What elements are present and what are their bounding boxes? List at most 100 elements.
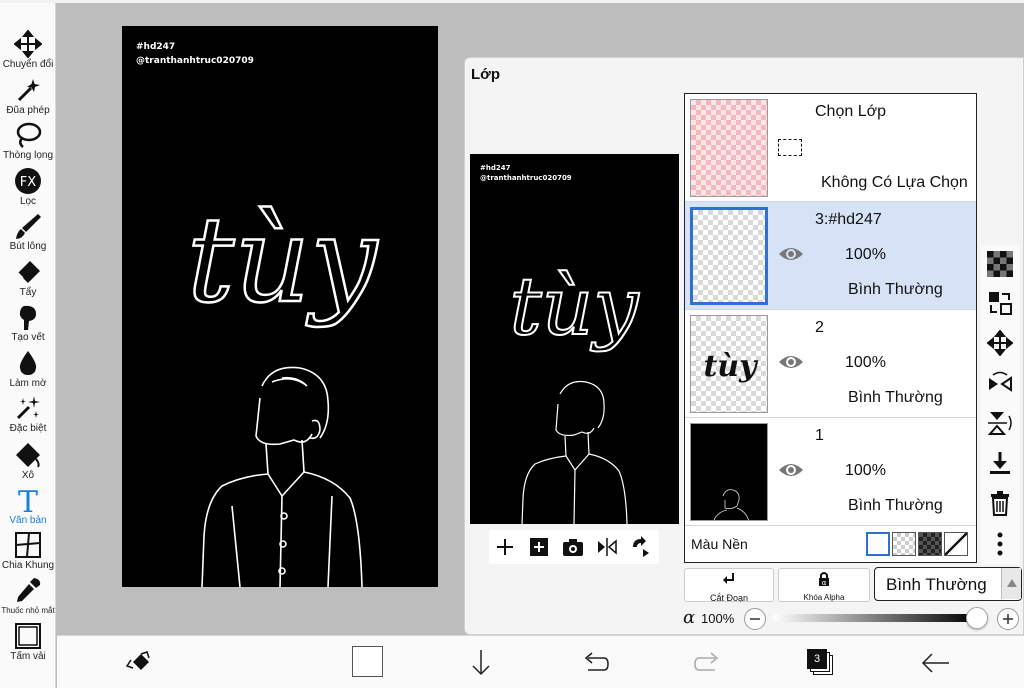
undo-icon[interactable]	[578, 646, 612, 680]
tool-label: Xô	[21, 470, 35, 481]
color-swatch-button[interactable]	[352, 646, 383, 677]
bg-swatch-white[interactable]	[866, 532, 890, 556]
tool-label: Chia Khung	[1, 560, 55, 571]
layer-blend: Bình Thường	[848, 497, 943, 514]
lasso-icon	[16, 122, 42, 148]
tool-label: Đặc biệt	[9, 423, 47, 434]
trash-icon[interactable]	[987, 490, 1013, 516]
bg-swatch-dark[interactable]	[918, 532, 942, 556]
tool-label: Tạo vết	[11, 332, 45, 343]
layer-list[interactable]: Chọn Lớp Không Có Lựa Chọn 3:#hd247 100%…	[684, 93, 977, 563]
svg-text:T: T	[18, 486, 38, 514]
swap-tool-icon[interactable]	[123, 646, 157, 680]
eye-icon[interactable]	[777, 352, 805, 372]
layer-name: 3:#hd247	[815, 211, 882, 228]
tool-magic-wand[interactable]: Đũa phép	[0, 76, 56, 116]
alpha-slider-thumb[interactable]	[966, 607, 988, 629]
selection-title: Chọn Lớp	[815, 103, 886, 120]
clip-button-label: Cắt Đoạn	[709, 593, 749, 603]
layer2-thumb-art: tùy	[703, 349, 759, 384]
redo-icon[interactable]	[691, 646, 725, 680]
more-options-icon[interactable]	[987, 531, 1013, 557]
alpha-lock-label: Khóa Alpha	[803, 593, 845, 602]
selection-status: Không Có Lựa Chọn	[821, 174, 968, 191]
triangle-up-icon	[1007, 579, 1017, 587]
eyedropper-icon	[17, 578, 41, 602]
lettering-text: tùy	[187, 191, 378, 329]
alpha-row: α 100%	[683, 606, 1023, 632]
layer-opacity: 100%	[845, 462, 886, 479]
panel-title: Lớp	[471, 66, 500, 83]
back-arrow-icon[interactable]	[919, 646, 953, 680]
svg-text:α: α	[822, 579, 827, 587]
layer-transform-icon[interactable]	[987, 290, 1013, 316]
tool-move[interactable]: Chuyển đổi	[0, 30, 56, 70]
rotate-flip-icon[interactable]	[629, 535, 653, 559]
layers-count-button[interactable]: 3	[806, 648, 836, 678]
tool-bucket[interactable]: Xô	[0, 441, 56, 481]
tool-label: Tấm vải	[10, 651, 46, 662]
alpha-lock-button[interactable]: α Khóa Alpha	[778, 568, 870, 602]
bg-swatch-transparent[interactable]	[892, 532, 916, 556]
layer-thumb	[690, 423, 768, 521]
tool-label: Văn bản	[9, 515, 47, 526]
layer-count: 3	[807, 649, 827, 669]
layer-preview: #hd247 @tranthanhtruc020709 tùy	[470, 154, 679, 524]
smudge-icon	[19, 305, 36, 330]
tool-filter[interactable]: FX Lọc	[0, 167, 56, 207]
tool-special[interactable]: Đặc biệt	[0, 394, 56, 434]
preview-toolbar	[489, 530, 659, 564]
tool-lasso[interactable]: Thòng lọng	[0, 121, 56, 161]
add-layer-icon[interactable]	[493, 535, 517, 559]
preview-drawing: tùy	[509, 259, 641, 524]
eye-icon[interactable]	[777, 244, 805, 264]
clip-button[interactable]: Cắt Đoạn	[684, 568, 774, 603]
bottom-bar: 3	[57, 635, 1024, 688]
eye-icon[interactable]	[777, 460, 805, 480]
tool-canvas[interactable]: Tấm vải	[0, 622, 56, 662]
tool-smudge[interactable]: Tạo vết	[0, 303, 56, 343]
tool-frame-divider[interactable]: Chia Khung	[0, 531, 56, 571]
layer-opacity: 100%	[845, 246, 886, 263]
tool-label: Đũa phép	[6, 105, 50, 116]
layer-blend: Bình Thường	[848, 281, 943, 298]
move-layer-icon[interactable]	[987, 330, 1013, 356]
flip-layer-vertical-icon[interactable]	[987, 410, 1013, 436]
fx-filter-icon: FX	[15, 168, 41, 194]
bucket-icon	[16, 443, 40, 468]
tool-label: Thuốc nhỏ mắt	[1, 606, 55, 615]
layer-row-3[interactable]: 3:#hd247 100% Bình Thường	[685, 202, 976, 310]
alpha-plus-icon[interactable]	[996, 607, 1020, 631]
layer-row-1[interactable]: 1 100% Bình Thường	[685, 418, 976, 526]
tool-eyedropper[interactable]: Thuốc nhỏ mắt	[0, 576, 56, 616]
text-icon: T	[18, 486, 38, 514]
alpha-slider-track[interactable]	[773, 607, 988, 629]
artwork-canvas[interactable]: #hd247 @tranthanhtruc020709 tùy	[122, 26, 438, 587]
brush-icon	[16, 214, 41, 239]
selection-layer-row[interactable]: Chọn Lớp Không Có Lựa Chọn	[685, 94, 976, 202]
bg-swatch-none[interactable]	[944, 532, 968, 556]
layer-row-2[interactable]: tùy 2 100% Bình Thường	[685, 310, 976, 418]
alpha-minus-icon[interactable]	[743, 607, 767, 631]
merge-down-icon[interactable]	[987, 450, 1013, 476]
add-layer-box-icon[interactable]	[527, 535, 551, 559]
selection-thumb	[690, 99, 768, 197]
tool-brush[interactable]: Bút lông	[0, 212, 56, 252]
tool-text[interactable]: T Văn bản	[0, 486, 56, 526]
camera-icon[interactable]	[561, 535, 585, 559]
arrow-down-icon[interactable]	[464, 646, 498, 680]
tool-eraser[interactable]: Tẩy	[0, 258, 56, 298]
checker-transparency-icon[interactable]	[987, 251, 1013, 277]
tool-bar: Chuyển đổi Đũa phép Thòng lọng FX Lọc Bú…	[0, 3, 56, 688]
blend-dropdown-toggle[interactable]	[1001, 568, 1021, 599]
tool-label: Bút lông	[9, 241, 47, 252]
preview-lettering: tùy	[510, 260, 641, 353]
layer-name: 2	[815, 319, 824, 336]
move-icon	[14, 30, 42, 58]
flip-horizontal-icon[interactable]	[595, 535, 619, 559]
flip-layer-horizontal-icon[interactable]	[987, 370, 1013, 396]
layer-name: 1	[815, 427, 824, 444]
tool-blur[interactable]: Làm mờ	[0, 349, 56, 389]
blend-mode-select[interactable]: Bình Thường	[874, 567, 1022, 601]
tool-label: Thòng lọng	[2, 150, 54, 161]
